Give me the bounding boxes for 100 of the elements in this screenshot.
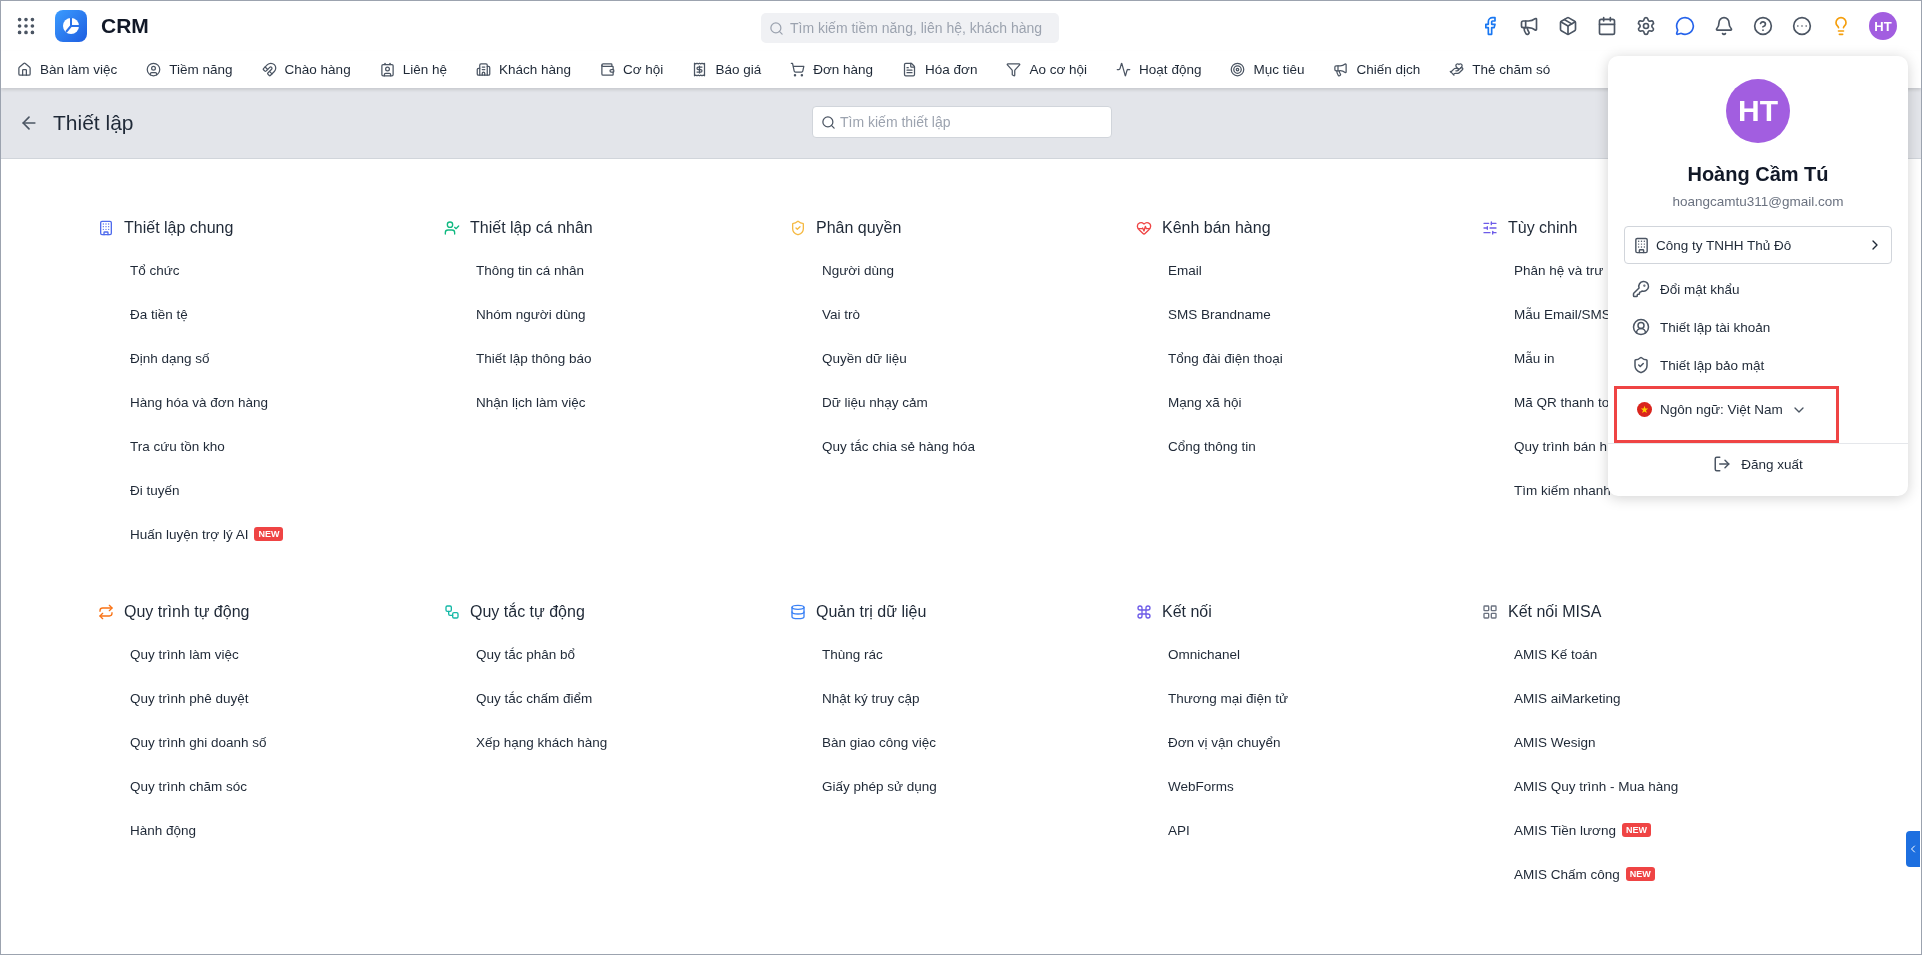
settings-link[interactable]: AMIS Chấm công — [1514, 867, 1620, 882]
settings-link[interactable]: Tìm kiếm nhanh — [1514, 483, 1611, 498]
search-icon — [769, 20, 784, 36]
more-icon — [1792, 16, 1812, 36]
settings-link[interactable]: Giấy phép sử dụng — [822, 779, 937, 794]
nav-tab[interactable]: Tiềm năng — [146, 62, 233, 77]
nav-tab[interactable]: Thẻ chăm só — [1449, 62, 1551, 77]
pulse-icon — [1136, 220, 1152, 236]
settings-link[interactable]: Huấn luyện trợ lý AI — [130, 527, 249, 542]
megaphone-icon — [1333, 62, 1349, 77]
new-badge: NEW — [1625, 867, 1655, 881]
settings-link[interactable]: Quy trình phê duyệt — [130, 691, 249, 706]
settings-link[interactable]: Quy tắc chia sẻ hàng hóa — [822, 439, 976, 454]
nav-tab[interactable]: Mục tiêu — [1230, 62, 1305, 77]
menu-item[interactable]: Thiết lập tài khoản — [1624, 308, 1892, 346]
settings-link[interactable]: Đi tuyến — [130, 483, 180, 498]
settings-link[interactable]: SMS Brandname — [1168, 307, 1271, 322]
settings-link[interactable]: Hàng hóa và đơn hàng — [130, 395, 268, 410]
chat-icon[interactable] — [1674, 15, 1696, 37]
calendar-icon[interactable] — [1596, 15, 1618, 37]
settings-link[interactable]: Email — [1168, 263, 1202, 278]
megaphone-icon[interactable] — [1518, 15, 1540, 37]
settings-link[interactable]: Quy trình làm việc — [130, 647, 239, 662]
settings-link[interactable]: Xếp hạng khách hàng — [476, 735, 608, 750]
profile-email: hoangcamtu311@gmail.com — [1672, 194, 1844, 209]
settings-link[interactable]: Nhận lịch làm việc — [476, 395, 586, 410]
settings-link[interactable]: Quy tắc chấm điểm — [476, 691, 593, 706]
nav-tab[interactable]: Liên hệ — [379, 62, 447, 77]
chat-icon — [1675, 16, 1695, 36]
logout-button[interactable]: Đăng xuất — [1608, 443, 1908, 484]
settings-link[interactable]: Dữ liệu nhạy cảm — [822, 395, 928, 410]
settings-link[interactable]: Mạng xã hội — [1168, 395, 1242, 410]
megaphone-icon — [1519, 16, 1539, 36]
menu-item[interactable]: Thiết lập bảo mật — [1624, 346, 1892, 384]
help-icon[interactable] — [1752, 15, 1774, 37]
settings-link[interactable]: Nhóm người dùng — [476, 307, 586, 322]
settings-link[interactable]: Thùng rác — [822, 647, 883, 662]
nav-tab[interactable]: Chào hàng — [261, 62, 351, 77]
settings-link[interactable]: Quy trình chăm sóc — [130, 779, 248, 794]
settings-link[interactable]: Nhật ký truy cập — [822, 691, 920, 706]
settings-link[interactable]: Đơn vị vận chuyển — [1168, 735, 1281, 750]
settings-link[interactable]: Mẫu in — [1514, 351, 1555, 366]
house-icon — [17, 62, 32, 77]
help-icon — [1753, 16, 1773, 36]
settings-link[interactable]: AMIS Wesign — [1514, 735, 1596, 750]
settings-link[interactable]: API — [1168, 823, 1190, 838]
nav-tab[interactable]: Bàn làm việc — [17, 62, 118, 77]
package-icon[interactable] — [1557, 15, 1579, 37]
settings-link[interactable]: AMIS Kế toán — [1514, 647, 1598, 662]
settings-link[interactable]: Tổng đài điện thoại — [1168, 351, 1283, 366]
settings-link[interactable]: Người dùng — [822, 263, 894, 278]
more-icon[interactable] — [1791, 15, 1813, 37]
nav-tab[interactable]: Hoạt động — [1116, 62, 1202, 77]
settings-link[interactable]: Omnichanel — [1168, 647, 1241, 662]
app-name: CRM — [101, 14, 149, 38]
section-title: Kết nối — [1162, 603, 1212, 621]
package-icon — [1558, 16, 1578, 36]
bell-icon[interactable] — [1713, 15, 1735, 37]
language-selector[interactable]: Ngôn ngữ: Việt Nam — [1660, 402, 1783, 417]
nav-tab[interactable]: Khách hàng — [475, 62, 571, 77]
settings-link[interactable]: Quy trình ghi doanh số — [130, 735, 267, 750]
settings-link[interactable]: Hành động — [130, 823, 197, 838]
settings-link[interactable]: WebForms — [1168, 779, 1234, 794]
settings-icon[interactable] — [1635, 15, 1657, 37]
apps-menu-icon[interactable] — [15, 15, 37, 37]
settings-link[interactable]: Phân hệ và trư — [1514, 263, 1604, 278]
nav-tab[interactable]: Hóa đơn — [902, 62, 978, 77]
settings-link[interactable]: Vai trò — [822, 307, 860, 322]
settings-link[interactable]: Quyền dữ liệu — [822, 351, 907, 366]
company-selector[interactable]: Công ty TNHH Thủ Đô — [1624, 226, 1892, 264]
nav-tab[interactable]: Ao cơ hội — [1006, 62, 1088, 77]
settings-link[interactable]: Bàn giao công việc — [822, 735, 937, 750]
new-badge: NEW — [1621, 823, 1651, 837]
settings-link[interactable]: Thiết lập thông báo — [476, 351, 592, 366]
section-title: Thiết lập cá nhân — [470, 219, 593, 237]
side-panel-toggle[interactable] — [1906, 831, 1920, 867]
settings-link[interactable]: AMIS aiMarketing — [1514, 691, 1621, 706]
section-title: Quy trình tự động — [124, 603, 250, 621]
settings-link[interactable]: Tra cứu tồn kho — [130, 439, 225, 454]
nav-tab[interactable]: Cơ hội — [600, 62, 664, 77]
menu-item[interactable]: Đổi mật khẩu — [1624, 270, 1892, 308]
nav-tab[interactable]: Đơn hàng — [790, 62, 874, 77]
settings-link[interactable]: Mẫu Email/SMS — [1514, 307, 1611, 322]
nav-tab[interactable]: Báo giá — [692, 62, 762, 77]
settings-link[interactable]: AMIS Quy trình - Mua hàng — [1514, 779, 1679, 794]
settings-link[interactable]: Tổ chức — [130, 263, 180, 278]
nav-tab[interactable]: Chiến dịch — [1333, 62, 1421, 77]
settings-link[interactable]: Cổng thông tin — [1168, 439, 1256, 454]
settings-link[interactable]: Quy tắc phân bổ — [476, 647, 576, 662]
key-icon — [1632, 280, 1650, 298]
settings-link[interactable]: AMIS Tiền lương — [1514, 823, 1616, 838]
shield-check-icon — [790, 220, 806, 236]
settings-link[interactable]: Định dạng số — [130, 351, 210, 366]
section-title: Thiết lập chung — [124, 219, 234, 237]
database-icon — [790, 604, 806, 620]
user-avatar[interactable]: HT — [1869, 12, 1897, 40]
settings-link[interactable]: Đa tiền tệ — [130, 307, 188, 322]
settings-link[interactable]: Thông tin cá nhân — [476, 263, 585, 278]
settings-link[interactable]: Quy trình bán h — [1514, 439, 1608, 454]
settings-link[interactable]: Thương mại điện tử — [1168, 691, 1288, 706]
